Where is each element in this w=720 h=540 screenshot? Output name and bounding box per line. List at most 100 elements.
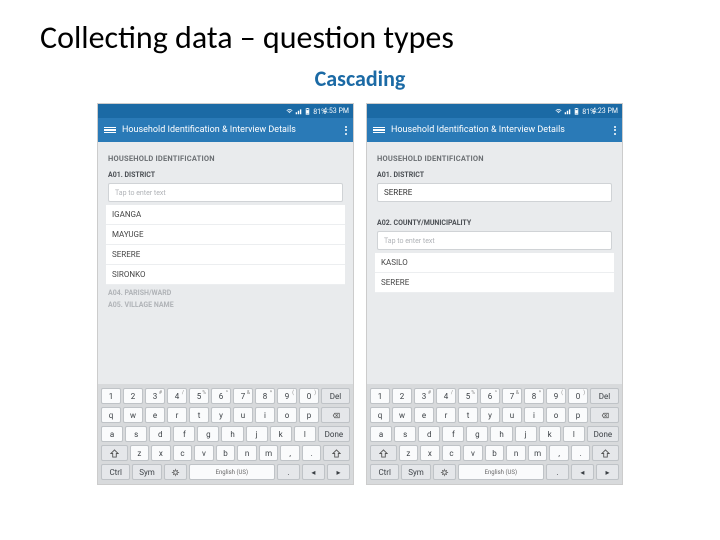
key-k[interactable]: k: [539, 426, 561, 442]
key-2[interactable]: 2: [123, 388, 143, 404]
key-4[interactable]: 4/: [436, 388, 456, 404]
list-item[interactable]: KASILO: [375, 253, 614, 273]
key-6[interactable]: 6^: [480, 388, 500, 404]
key-c[interactable]: c: [173, 445, 193, 461]
key-0[interactable]: 0): [568, 388, 588, 404]
key-3[interactable]: 3#: [414, 388, 434, 404]
key-c[interactable]: c: [442, 445, 462, 461]
q1-input[interactable]: SERERE: [377, 183, 612, 202]
key-q[interactable]: q: [101, 407, 121, 423]
key-b[interactable]: b: [216, 445, 236, 461]
key-backspace[interactable]: [590, 407, 619, 423]
key-s[interactable]: s: [125, 426, 147, 442]
key-8[interactable]: 8*: [255, 388, 275, 404]
list-item[interactable]: SERERE: [106, 245, 345, 265]
key-p[interactable]: p: [299, 407, 319, 423]
key-l[interactable]: l: [294, 426, 316, 442]
key-settings[interactable]: [433, 464, 456, 480]
key-del[interactable]: Del: [321, 388, 350, 404]
key-shift-right[interactable]: [323, 445, 350, 461]
hamburger-icon[interactable]: [104, 127, 116, 134]
key-space[interactable]: English (US): [189, 464, 275, 480]
key-b[interactable]: b: [485, 445, 505, 461]
key-m[interactable]: m: [528, 445, 548, 461]
key-space[interactable]: English (US): [458, 464, 544, 480]
list-item[interactable]: SERERE: [375, 273, 614, 293]
key-9[interactable]: 9(: [546, 388, 566, 404]
key-period[interactable]: .: [571, 445, 591, 461]
key-7[interactable]: 7&: [502, 388, 522, 404]
key-shift-right[interactable]: [592, 445, 619, 461]
key-y[interactable]: y: [480, 407, 500, 423]
key-left[interactable]: ◂: [571, 464, 594, 480]
key-1[interactable]: 1: [370, 388, 390, 404]
key-z[interactable]: z: [130, 445, 150, 461]
key-e[interactable]: e: [414, 407, 434, 423]
key-8[interactable]: 8*: [524, 388, 544, 404]
key-d[interactable]: d: [418, 426, 440, 442]
key-comma[interactable]: ,: [549, 445, 569, 461]
key-9[interactable]: 9(: [277, 388, 297, 404]
key-5[interactable]: 5%: [189, 388, 209, 404]
key-comma[interactable]: ,: [280, 445, 300, 461]
key-u[interactable]: u: [233, 407, 253, 423]
q1-input[interactable]: Tap to enter text: [108, 183, 343, 202]
key-shift[interactable]: [101, 445, 128, 461]
key-period2[interactable]: .: [546, 464, 569, 480]
key-right[interactable]: ▸: [596, 464, 619, 480]
key-sym[interactable]: Sym: [132, 464, 161, 480]
key-i[interactable]: i: [524, 407, 544, 423]
key-w[interactable]: w: [392, 407, 412, 423]
key-0[interactable]: 0): [299, 388, 319, 404]
key-5[interactable]: 5%: [458, 388, 478, 404]
key-h[interactable]: h: [490, 426, 512, 442]
list-item[interactable]: MAYUGE: [106, 225, 345, 245]
key-k[interactable]: k: [270, 426, 292, 442]
key-z[interactable]: z: [399, 445, 419, 461]
key-v[interactable]: v: [463, 445, 483, 461]
key-e[interactable]: e: [145, 407, 165, 423]
key-sym[interactable]: Sym: [401, 464, 430, 480]
key-j[interactable]: j: [515, 426, 537, 442]
key-x[interactable]: x: [151, 445, 171, 461]
key-r[interactable]: r: [436, 407, 456, 423]
key-backspace[interactable]: [321, 407, 350, 423]
key-m[interactable]: m: [259, 445, 279, 461]
list-item[interactable]: IGANGA: [106, 205, 345, 225]
key-period[interactable]: .: [302, 445, 322, 461]
key-i[interactable]: i: [255, 407, 275, 423]
hamburger-icon[interactable]: [373, 127, 385, 134]
key-a[interactable]: a: [370, 426, 392, 442]
key-y[interactable]: y: [211, 407, 231, 423]
key-h[interactable]: h: [221, 426, 243, 442]
key-o[interactable]: o: [277, 407, 297, 423]
key-p[interactable]: p: [568, 407, 588, 423]
key-ctrl[interactable]: Ctrl: [101, 464, 130, 480]
key-t[interactable]: t: [189, 407, 209, 423]
key-v[interactable]: v: [194, 445, 214, 461]
key-settings[interactable]: [164, 464, 187, 480]
q2-input[interactable]: Tap to enter text: [377, 231, 612, 250]
key-r[interactable]: r: [167, 407, 187, 423]
key-a[interactable]: a: [101, 426, 123, 442]
key-n[interactable]: n: [237, 445, 257, 461]
key-t[interactable]: t: [458, 407, 478, 423]
key-6[interactable]: 6^: [211, 388, 231, 404]
overflow-icon[interactable]: [614, 126, 616, 135]
key-n[interactable]: n: [506, 445, 526, 461]
key-g[interactable]: g: [466, 426, 488, 442]
key-d[interactable]: d: [149, 426, 171, 442]
key-del[interactable]: Del: [590, 388, 619, 404]
key-shift[interactable]: [370, 445, 397, 461]
key-3[interactable]: 3#: [145, 388, 165, 404]
key-o[interactable]: o: [546, 407, 566, 423]
key-7[interactable]: 7&: [233, 388, 253, 404]
list-item[interactable]: SIRONKO: [106, 265, 345, 285]
key-x[interactable]: x: [420, 445, 440, 461]
key-done[interactable]: Done: [318, 426, 350, 442]
key-l[interactable]: l: [563, 426, 585, 442]
key-s[interactable]: s: [394, 426, 416, 442]
key-g[interactable]: g: [197, 426, 219, 442]
key-4[interactable]: 4/: [167, 388, 187, 404]
key-right[interactable]: ▸: [327, 464, 350, 480]
